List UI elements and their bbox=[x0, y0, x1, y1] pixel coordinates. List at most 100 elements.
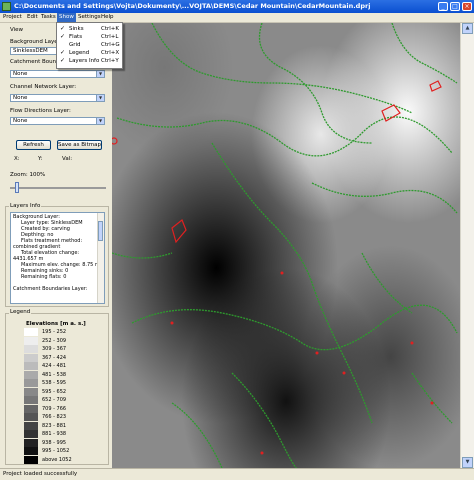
legend-swatch bbox=[24, 430, 38, 438]
legend-swatch bbox=[24, 396, 38, 404]
legend-row: 424 - 481 bbox=[24, 362, 84, 370]
legend-range: 652 - 709 bbox=[42, 397, 67, 403]
legend-swatch bbox=[24, 353, 38, 362]
menu-item-sinks[interactable]: ✓ Sinks Ctrl+K bbox=[57, 25, 122, 33]
legend-row: 538 - 595 bbox=[24, 379, 84, 387]
channel-layer-select[interactable]: None ▼ bbox=[10, 94, 105, 102]
legend-swatch bbox=[24, 455, 38, 464]
zoom-label: Zoom: 100% bbox=[10, 172, 46, 178]
close-icon[interactable]: × bbox=[462, 2, 472, 11]
legend-row: 309 - 367 bbox=[24, 345, 84, 353]
legend-range: 709 - 766 bbox=[42, 405, 67, 412]
menu-show[interactable]: Show bbox=[57, 13, 76, 22]
legend-row: 709 - 766 bbox=[24, 404, 84, 413]
legend-swatch bbox=[24, 345, 38, 353]
show-menu-dropdown: ✓ Sinks Ctrl+K ✓ Flats Ctrl+L Grid Ctrl+… bbox=[56, 22, 123, 69]
legend-swatch bbox=[24, 447, 38, 455]
menu-item-grid[interactable]: Grid Ctrl+G bbox=[57, 41, 122, 49]
legend-range: 766 - 823 bbox=[42, 414, 67, 420]
channel-layer-label: Channel Network Layer: bbox=[10, 84, 77, 90]
dem-map-view[interactable] bbox=[112, 23, 460, 468]
view-heading: View bbox=[10, 27, 24, 33]
refresh-button[interactable]: Refresh bbox=[16, 140, 51, 150]
legend-swatch bbox=[24, 370, 38, 379]
menu-tasks[interactable]: Tasks bbox=[41, 14, 56, 20]
check-icon: ✓ bbox=[60, 25, 66, 32]
flowdir-layer-select[interactable]: None ▼ bbox=[10, 117, 105, 125]
scroll-up-icon[interactable]: ▲ bbox=[462, 23, 473, 34]
window-title: C:\Documents and Settings\Vojta\Dokument… bbox=[14, 2, 371, 10]
legend-swatch bbox=[24, 421, 38, 430]
x-coord-label: X: bbox=[14, 156, 20, 162]
legend-range: 881 - 938 bbox=[42, 431, 67, 437]
save-bitmap-button[interactable]: Save as Bitmap bbox=[57, 140, 102, 150]
legend-range: 538 - 595 bbox=[42, 380, 67, 386]
scroll-down-icon[interactable]: ▼ bbox=[462, 457, 473, 468]
dem-map-canvas[interactable] bbox=[112, 23, 460, 468]
zoom-slider[interactable] bbox=[10, 187, 106, 189]
legend-range: 995 - 1052 bbox=[42, 448, 70, 454]
background-layer-label: Background Layer: bbox=[10, 39, 62, 45]
legend-row: 481 - 538 bbox=[24, 370, 84, 379]
y-coord-label: Y: bbox=[38, 156, 43, 162]
flowdir-layer-label: Flow Directions Layer: bbox=[10, 108, 71, 114]
legend-swatch bbox=[24, 387, 38, 396]
legend-range: 481 - 538 bbox=[42, 371, 67, 378]
menu-item-layers-info[interactable]: ✓ Layers Info Ctrl+Y bbox=[57, 57, 122, 65]
legend-range: 938 - 995 bbox=[42, 439, 67, 446]
menu-settings[interactable]: Settings bbox=[78, 14, 101, 20]
legend-swatch bbox=[24, 328, 38, 336]
map-vertical-scrollbar[interactable]: ▲ ▼ bbox=[460, 23, 474, 468]
legend-range: 424 - 481 bbox=[42, 363, 67, 369]
minimize-icon[interactable]: _ bbox=[438, 2, 448, 11]
menu-help[interactable]: Help bbox=[101, 14, 114, 20]
legend-row: 995 - 1052 bbox=[24, 447, 84, 455]
legend-range: 252 - 309 bbox=[42, 337, 67, 344]
legend-row: 938 - 995 bbox=[24, 438, 84, 447]
legend-row: 367 - 424 bbox=[24, 353, 84, 362]
legend-row: above 1052 bbox=[24, 455, 84, 464]
legend-range: 195 - 252 bbox=[42, 329, 67, 335]
legend-swatch bbox=[24, 336, 38, 345]
zoom-slider-thumb[interactable] bbox=[15, 182, 19, 193]
legend-row: 823 - 881 bbox=[24, 421, 84, 430]
value-label: Val: bbox=[62, 156, 73, 162]
layers-info-scrollbar[interactable] bbox=[97, 213, 104, 303]
menu-project[interactable]: Project bbox=[3, 14, 22, 20]
legend-range: 823 - 881 bbox=[42, 422, 67, 429]
legend-range: 595 - 652 bbox=[42, 388, 67, 395]
chevron-down-icon[interactable]: ▼ bbox=[96, 118, 104, 124]
legend-row: 595 - 652 bbox=[24, 387, 84, 396]
legend-swatch bbox=[24, 404, 38, 413]
check-icon: ✓ bbox=[60, 57, 66, 64]
legend-heading: Legend bbox=[9, 309, 32, 315]
title-bar: C:\Documents and Settings\Vojta\Dokument… bbox=[0, 0, 474, 13]
legend-range: above 1052 bbox=[42, 456, 72, 463]
layers-info-text[interactable]: Background Layer: Layer type: SinklessDE… bbox=[10, 212, 105, 304]
chevron-down-icon[interactable]: ▼ bbox=[96, 71, 104, 77]
check-icon: ✓ bbox=[60, 49, 66, 56]
maximize-icon[interactable]: □ bbox=[450, 2, 460, 11]
legend-range: 309 - 367 bbox=[42, 346, 67, 352]
legend-row: 195 - 252 bbox=[24, 328, 84, 336]
menu-item-legend[interactable]: ✓ Legend Ctrl+X bbox=[57, 49, 122, 57]
chevron-down-icon[interactable]: ▼ bbox=[96, 95, 104, 101]
legend-swatch bbox=[24, 438, 38, 447]
legend-row: 766 - 823 bbox=[24, 413, 84, 421]
menu-item-flats[interactable]: ✓ Flats Ctrl+L bbox=[57, 33, 122, 41]
legend-row: 881 - 938 bbox=[24, 430, 84, 438]
catchment-layer-select[interactable]: None ▼ bbox=[10, 70, 105, 78]
app-icon bbox=[2, 2, 11, 11]
check-icon: ✓ bbox=[60, 33, 66, 40]
status-text: Project loaded successfully bbox=[3, 471, 78, 477]
legend-row: 252 - 309 bbox=[24, 336, 84, 345]
legend-range: 367 - 424 bbox=[42, 354, 67, 361]
status-bar: Project loaded successfully bbox=[0, 468, 474, 480]
legend-swatch bbox=[24, 362, 38, 370]
legend-swatch bbox=[24, 379, 38, 387]
layers-info-heading: Layers Info bbox=[9, 203, 42, 209]
legend-title: Elevations [m a. s.] bbox=[26, 321, 86, 327]
menu-edit[interactable]: Edit bbox=[27, 14, 38, 20]
legend-swatch bbox=[24, 413, 38, 421]
left-panel: View Background Layer: SinklessDEM Catch… bbox=[2, 23, 110, 468]
